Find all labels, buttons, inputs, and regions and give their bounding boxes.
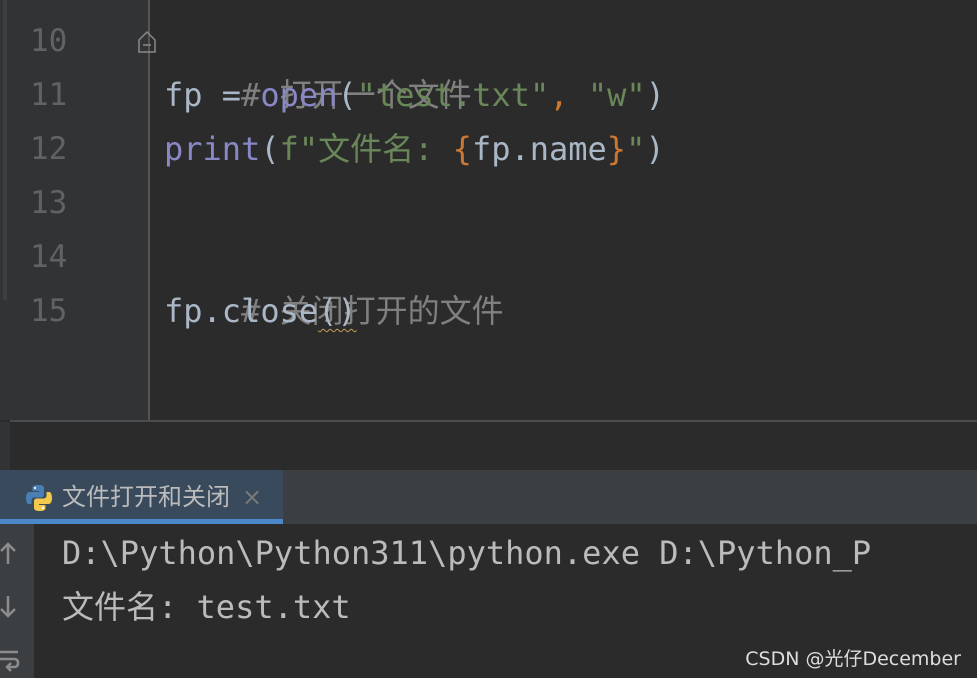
fstring-end: " <box>626 130 646 168</box>
fold-marker-icon[interactable] <box>137 30 157 54</box>
soft-wrap-icon[interactable] <box>0 646 20 674</box>
string-literal: "w" <box>587 76 646 114</box>
watermark: CSDN @光仔December <box>745 648 961 670</box>
run-tab[interactable]: 文件打开和关闭 × <box>0 470 283 524</box>
method-call: fp.close <box>164 292 319 330</box>
line-number: 14 <box>30 239 68 275</box>
variable: fp <box>164 76 203 114</box>
fstring-expression: fp.name <box>471 130 607 168</box>
run-tab-bar: 文件打开和关闭 × <box>0 470 977 524</box>
builtin-function: open <box>260 76 338 114</box>
string-literal: "test.txt" <box>356 76 550 114</box>
run-tab-label: 文件打开和关闭 <box>62 483 230 511</box>
up-arrow-icon[interactable] <box>0 540 20 568</box>
down-arrow-icon[interactable] <box>0 592 20 620</box>
code-line-11[interactable]: fp = open("test.txt", "w") <box>164 68 665 122</box>
gutter-divider <box>148 0 150 420</box>
paren: ) <box>645 130 665 168</box>
code-line-15[interactable]: fp.close() <box>164 284 357 338</box>
fstring-start: f"文件名: <box>279 130 453 168</box>
paren: ( <box>337 76 357 114</box>
fstring-brace: } <box>606 130 627 168</box>
builtin-function: print <box>164 130 261 168</box>
line-number: 12 <box>30 131 68 167</box>
editor-scrollbar-thumb[interactable] <box>3 0 7 300</box>
editor-left-strip <box>0 0 10 420</box>
comma: , <box>549 76 588 114</box>
line-number: 15 <box>30 293 68 329</box>
editor-empty-area <box>0 422 977 470</box>
code-editor[interactable]: 10 11 12 13 14 15 # 打开一个文件 fp = open("te… <box>0 0 977 420</box>
line-number-gutter: 10 11 12 13 14 15 <box>10 0 148 420</box>
python-icon <box>26 485 52 511</box>
line-number: 13 <box>30 185 68 221</box>
run-toolbar <box>0 524 34 678</box>
code-line-14[interactable]: # 关闭打开的文件 <box>164 230 504 330</box>
line-number: 11 <box>30 77 68 113</box>
assign-operator: = <box>202 76 261 114</box>
console-line-command: D:\Python\Python311\python.exe D:\Python… <box>62 534 872 572</box>
line-number: 10 <box>30 23 68 59</box>
fstring-brace: { <box>452 130 472 168</box>
paren: ) <box>645 76 665 114</box>
paren-warning: () <box>318 292 357 330</box>
close-icon[interactable]: × <box>242 470 262 524</box>
code-line-12[interactable]: print(f"文件名: {fp.name}") <box>164 122 665 176</box>
code-line-10[interactable]: # 打开一个文件 <box>164 14 472 114</box>
gap-left-strip <box>0 422 10 470</box>
paren: ( <box>260 130 280 168</box>
console-line-output: 文件名: test.txt <box>62 588 351 626</box>
